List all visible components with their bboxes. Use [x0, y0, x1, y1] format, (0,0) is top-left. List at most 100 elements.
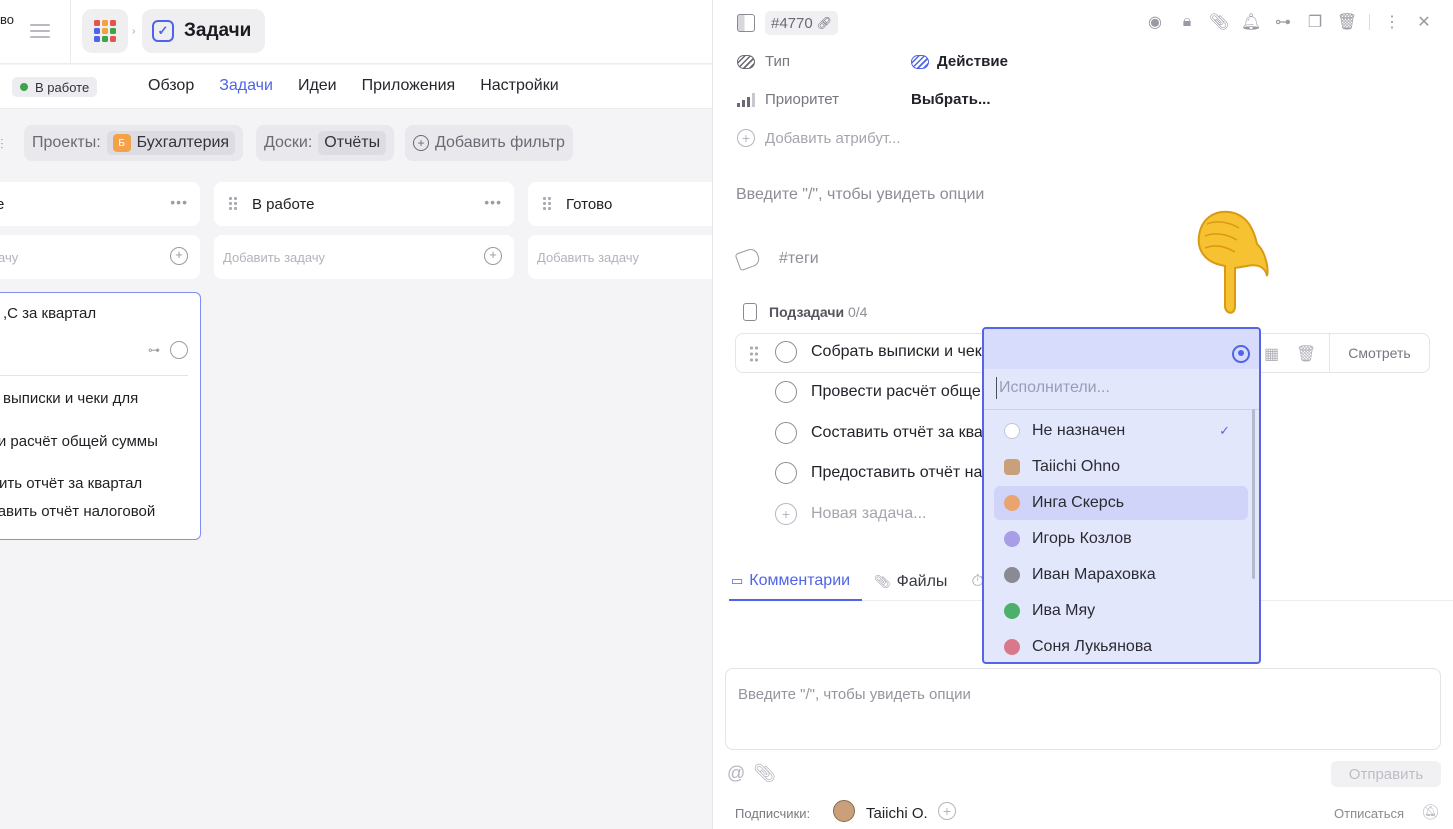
complete-circle-icon[interactable]	[170, 341, 188, 359]
add-task-field[interactable]: Добавить задачу	[528, 235, 712, 279]
column-header[interactable]: В работе •••	[214, 182, 514, 226]
paperclip-icon[interactable]: 📎︎	[753, 763, 776, 784]
more-icon[interactable]: •••	[170, 194, 188, 210]
trash-icon[interactable]: 🗑︎	[1337, 12, 1357, 32]
assignee-option-unassigned[interactable]: Не назначен ✓	[994, 414, 1248, 448]
attribute-label-type: Тип	[737, 53, 790, 70]
menu-icon[interactable]	[28, 20, 52, 42]
drag-handle-icon[interactable]	[228, 196, 238, 212]
copy-icon[interactable]: ❐	[1305, 12, 1325, 32]
divider	[0, 375, 188, 376]
apps-button[interactable]	[82, 9, 128, 53]
add-filter-button[interactable]: + Добавить фильтр	[405, 125, 573, 161]
avatar[interactable]	[833, 800, 855, 822]
trash-icon[interactable]: 🗑︎	[1296, 344, 1316, 363]
plus-circle-icon: +	[775, 503, 797, 525]
subtasks-count: 0/4	[848, 304, 868, 320]
status-badge[interactable]: В работе	[12, 77, 98, 97]
breadcrumb[interactable]: ✓ Задачи	[142, 9, 266, 53]
send-button[interactable]: Отправить	[1331, 761, 1441, 787]
assignee-option[interactable]: Иван Мараховка	[994, 558, 1248, 592]
add-task-field[interactable]: ачу +	[0, 235, 200, 279]
subtask-item[interactable]: Предоставить отчёт на	[775, 462, 982, 484]
task-card[interactable]: ,С за квартал ⊶ ь выписки и чеки для ти …	[0, 292, 201, 540]
tab-files[interactable]: 📎︎ Файлы	[872, 563, 959, 601]
attribute-value-type[interactable]: Действие	[911, 53, 1008, 70]
assignee-option[interactable]: Ива Мяу	[994, 594, 1248, 628]
complete-circle-icon[interactable]	[775, 462, 797, 484]
new-subtask-field[interactable]: + Новая задача...	[775, 503, 926, 525]
bell-off-icon[interactable]: 🔕︎	[1421, 803, 1440, 821]
column-header[interactable]: Готово	[528, 182, 712, 226]
complete-circle-icon[interactable]	[775, 422, 797, 444]
task-toolbar: #4770 🔗︎ ◉ 🔒︎ 📎︎ 🔔︎ ⊶ ❐ 🗑︎ ⋮ ✕	[713, 0, 1453, 45]
eye-icon[interactable]: ◉	[1145, 12, 1165, 32]
tab-apps[interactable]: Приложения	[362, 77, 456, 95]
assignee-option[interactable]: Соня Лукьянова	[994, 630, 1248, 662]
attribute-label: Тип	[765, 53, 791, 70]
divider	[984, 409, 1259, 410]
unassigned-icon	[1004, 423, 1020, 439]
assignee-search-input[interactable]: Исполнители...	[996, 377, 1110, 399]
action-icon	[911, 54, 929, 69]
plus-circle-icon[interactable]: +	[170, 247, 188, 265]
assignee-option[interactable]: Инга Скерсь	[994, 486, 1248, 520]
task-id: #4770	[771, 14, 813, 32]
subtask-item[interactable]: Составить отчёт за ква	[775, 422, 983, 444]
tab-label: Комментарии	[749, 572, 851, 589]
nav-bar: В работе Обзор Задачи Идеи Приложения На…	[0, 65, 712, 109]
attribute-value: Действие	[937, 53, 1008, 70]
paperclip-icon[interactable]: 📎︎	[1209, 12, 1229, 32]
add-task-field[interactable]: Добавить задачу +	[214, 235, 514, 279]
subtask-item[interactable]: Провести расчёт обще	[775, 381, 981, 403]
task-id-chip[interactable]: #4770 🔗︎	[765, 11, 838, 35]
column-header[interactable]: е •••	[0, 182, 200, 226]
scrollbar[interactable]	[1252, 409, 1255, 579]
add-subscriber-icon[interactable]: +	[938, 802, 956, 820]
assignee-option[interactable]: Игорь Козлов	[994, 522, 1248, 556]
plus-circle-icon[interactable]: +	[484, 247, 502, 265]
add-attribute-label: Добавить атрибут...	[765, 129, 901, 147]
comment-icon: ▭	[731, 573, 744, 588]
tab-ideas[interactable]: Идеи	[298, 77, 337, 95]
top-fragment-text: во	[0, 12, 14, 27]
project-badge-icon: Б	[112, 134, 131, 152]
more-icon[interactable]: •••	[484, 194, 502, 210]
view-button[interactable]: Смотреть	[1329, 334, 1429, 372]
bell-icon[interactable]: 🔔︎	[1241, 12, 1261, 32]
subtasks-icon[interactable]: ⊶	[1273, 12, 1293, 32]
mention-icon[interactable]: @	[727, 763, 745, 784]
subtasks-icon: ⊶	[148, 343, 160, 357]
sidebar-toggle-icon[interactable]	[737, 14, 755, 32]
complete-circle-icon[interactable]	[775, 341, 797, 363]
tab-tasks[interactable]: Задачи	[219, 77, 273, 95]
filter-boards[interactable]: Доски: Отчёты	[256, 125, 395, 161]
filter-projects[interactable]: Проекты: Б Бухгалтерия	[24, 125, 244, 161]
drag-handle-icon[interactable]	[749, 345, 759, 363]
unsubscribe-link[interactable]: Отписаться	[1334, 806, 1404, 821]
description-editor[interactable]: Введите "/", чтобы увидеть опции	[736, 186, 984, 204]
calendar-icon[interactable]: ▦	[1264, 344, 1282, 363]
tags-field[interactable]: #теги	[734, 246, 819, 272]
tab-overview[interactable]: Обзор	[148, 77, 194, 95]
filter-projects-label: Проекты:	[32, 134, 101, 151]
attribute-label: Приоритет	[765, 91, 839, 108]
lock-icon[interactable]: 🔒︎	[1177, 12, 1197, 32]
close-icon[interactable]: ✕	[1414, 12, 1434, 32]
comment-input[interactable]: Введите "/", чтобы увидеть опции	[725, 668, 1441, 750]
drag-handle-icon[interactable]	[542, 196, 552, 212]
attribute-value-priority[interactable]: Выбрать...	[911, 91, 990, 108]
assignee-icon[interactable]	[1232, 345, 1250, 363]
more-vertical-icon[interactable]: ⋮	[1382, 12, 1402, 32]
add-attribute-button[interactable]: + Добавить атрибут...	[737, 129, 901, 147]
filter-boards-value: Отчёты	[318, 131, 387, 155]
tab-settings[interactable]: Настройки	[480, 77, 558, 95]
filter-bar: ⫶ Проекты: Б Бухгалтерия Доски: Отчёты +…	[0, 110, 712, 166]
avatar	[1004, 531, 1020, 547]
comment-placeholder: Введите "/", чтобы увидеть опции	[738, 686, 971, 703]
tab-comments[interactable]: ▭ Комментарии	[729, 563, 863, 601]
filter-sliders-icon[interactable]: ⫶	[0, 136, 4, 153]
subtask-title: Предоставить отчёт на	[811, 464, 983, 481]
complete-circle-icon[interactable]	[775, 381, 797, 403]
assignee-option[interactable]: Taiichi Ohno	[994, 450, 1248, 484]
